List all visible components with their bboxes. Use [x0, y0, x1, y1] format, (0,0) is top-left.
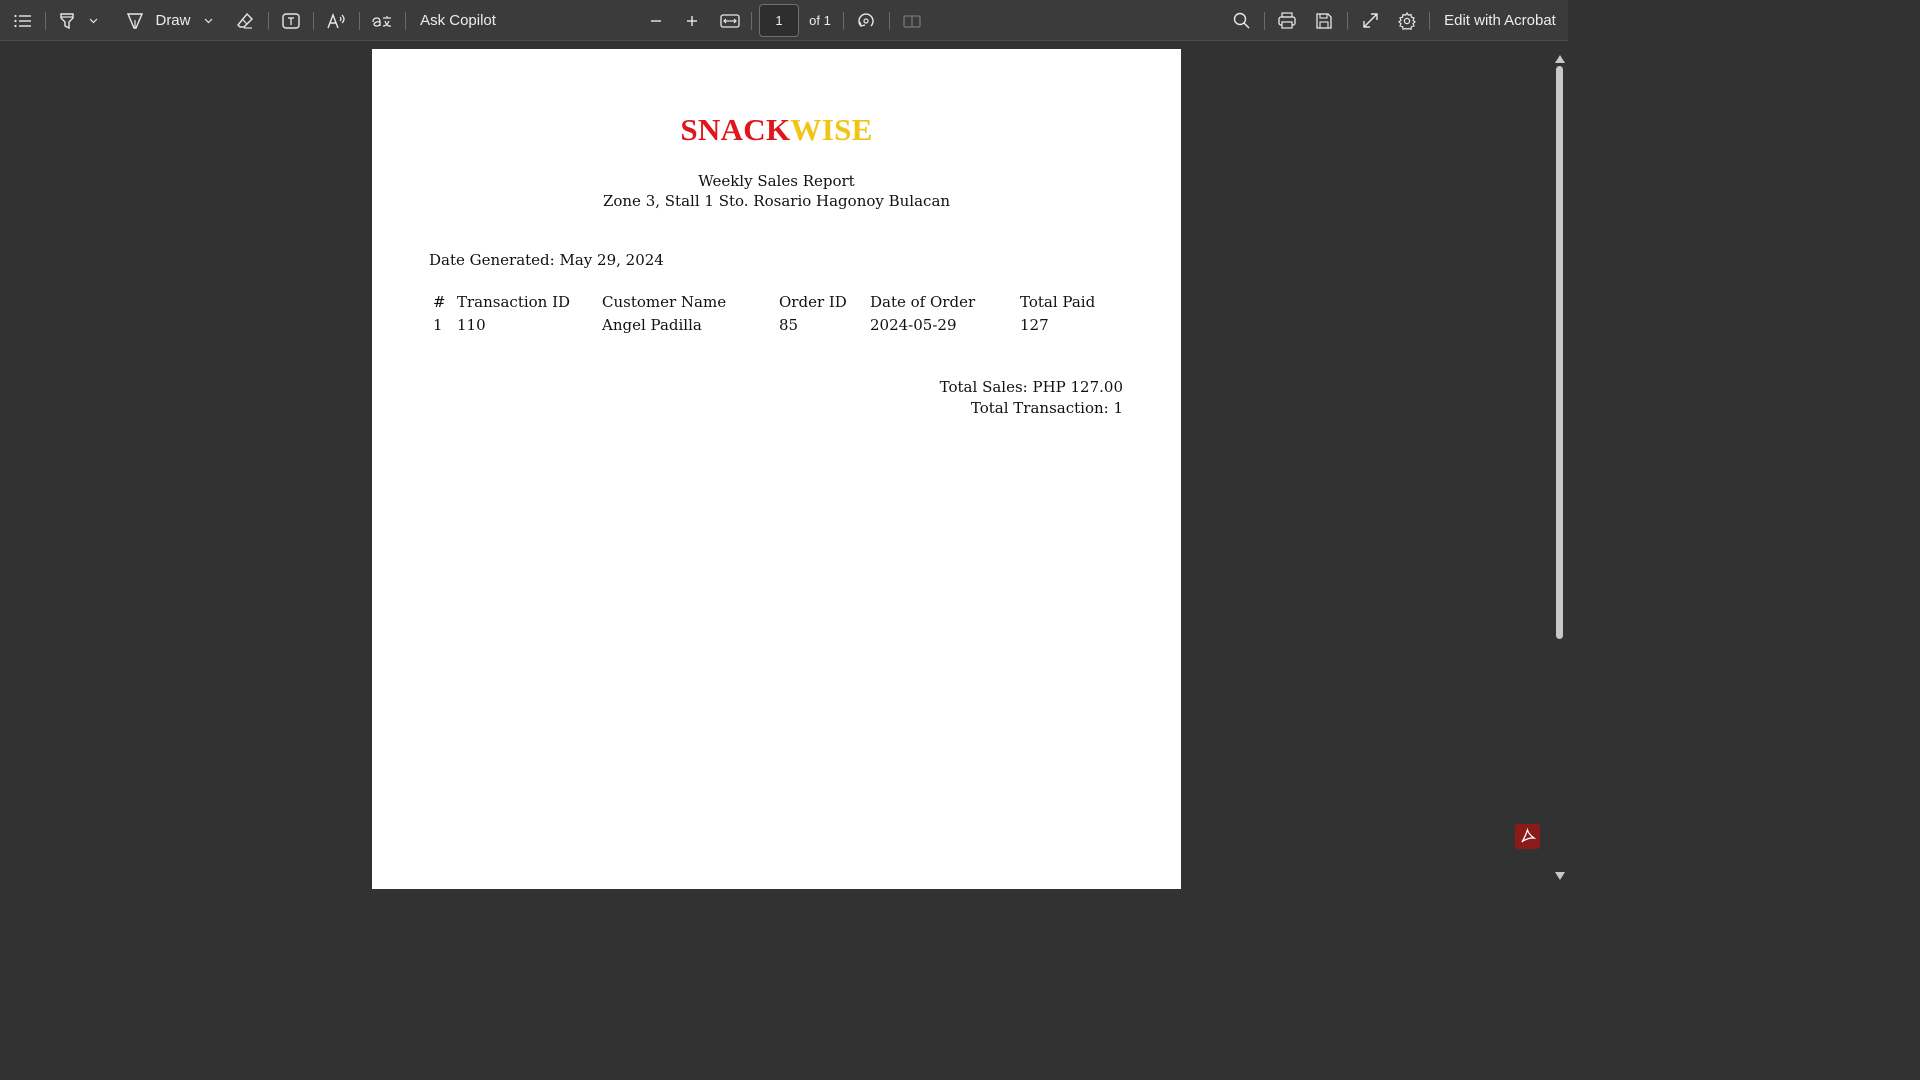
- toolbar-divider: [45, 12, 46, 30]
- table-cell-number: 1: [433, 316, 443, 334]
- edit-with-acrobat-button[interactable]: Edit with Acrobat: [1441, 0, 1559, 41]
- toolbar-divider: [843, 12, 844, 30]
- table-header-transaction-id: Transaction ID: [457, 293, 571, 311]
- table-header-number: #: [433, 293, 446, 311]
- report-title: Weekly Sales Report: [698, 172, 855, 190]
- fit-page-icon[interactable]: [718, 0, 742, 41]
- page-number-input[interactable]: [759, 4, 799, 37]
- ask-copilot-button[interactable]: Ask Copilot: [420, 0, 496, 41]
- expand-icon[interactable]: [1359, 0, 1381, 41]
- store-address: Zone 3, Stall 1 Sto. Rosario Hagonoy Bul…: [602, 192, 951, 210]
- toolbar-divider: [1429, 12, 1430, 30]
- read-aloud-icon[interactable]: [325, 0, 349, 41]
- page-total-label: of 1: [809, 13, 831, 28]
- table-cell-date-of-order: 2024-05-29: [870, 316, 957, 334]
- table-header-customer-name: Customer Name: [602, 293, 727, 311]
- table-header-date-of-order: Date of Order: [870, 293, 976, 311]
- rotate-icon[interactable]: [855, 0, 877, 41]
- table-cell-total-paid: 127: [1020, 316, 1049, 334]
- minus-icon[interactable]: [646, 0, 666, 41]
- draw-button[interactable]: Draw: [154, 0, 192, 41]
- toolbar-divider: [268, 12, 269, 30]
- list-icon[interactable]: [10, 0, 36, 41]
- toolbar-divider: [1264, 12, 1265, 30]
- table-cell-customer-name: Angel Padilla: [602, 316, 702, 334]
- date-generated: Date Generated: May 29, 2024: [429, 251, 664, 269]
- pdf-page: SNACKWISE Weekly Sales Report Zone 3, St…: [372, 49, 1181, 889]
- eraser-icon[interactable]: [234, 0, 256, 41]
- scroll-down-arrow[interactable]: [1554, 866, 1566, 880]
- plus-icon[interactable]: [682, 0, 702, 41]
- table-header-order-id: Order ID: [779, 293, 847, 311]
- pdf-toolbar: Draw Ask Copilot of 1: [0, 0, 1568, 41]
- acrobat-icon[interactable]: [1515, 824, 1540, 849]
- pen-icon[interactable]: [124, 0, 146, 41]
- brand-part-wise: WISE: [790, 112, 873, 147]
- scroll-up-arrow[interactable]: [1554, 49, 1566, 63]
- search-icon[interactable]: [1230, 0, 1252, 41]
- toolbar-divider: [751, 12, 752, 30]
- save-icon[interactable]: [1313, 0, 1335, 41]
- brand-part-snack: SNACK: [680, 112, 791, 147]
- text-box-icon[interactable]: [280, 0, 302, 41]
- total-sales: Total Sales: PHP 127.00: [939, 378, 1123, 396]
- toolbar-divider: [1347, 12, 1348, 30]
- table-header-total-paid: Total Paid: [1020, 293, 1096, 311]
- scrollbar-thumb[interactable]: [1556, 66, 1563, 639]
- toolbar-divider: [359, 12, 360, 30]
- translate-icon[interactable]: [370, 0, 394, 41]
- highlighter-icon[interactable]: [56, 0, 78, 41]
- brand-logo: SNACKWISE: [372, 112, 1181, 148]
- print-icon[interactable]: [1276, 0, 1298, 41]
- total-transaction: Total Transaction: 1: [970, 399, 1123, 417]
- table-cell-transaction-id: 110: [457, 316, 486, 334]
- chevron-down-icon[interactable]: [86, 0, 100, 41]
- toolbar-divider: [313, 12, 314, 30]
- toolbar-divider: [405, 12, 406, 30]
- chevron-down-icon[interactable]: [201, 0, 215, 41]
- toolbar-divider: [889, 12, 890, 30]
- gear-icon[interactable]: [1396, 0, 1418, 41]
- table-cell-order-id: 85: [779, 316, 799, 334]
- two-page-icon[interactable]: [901, 0, 923, 41]
